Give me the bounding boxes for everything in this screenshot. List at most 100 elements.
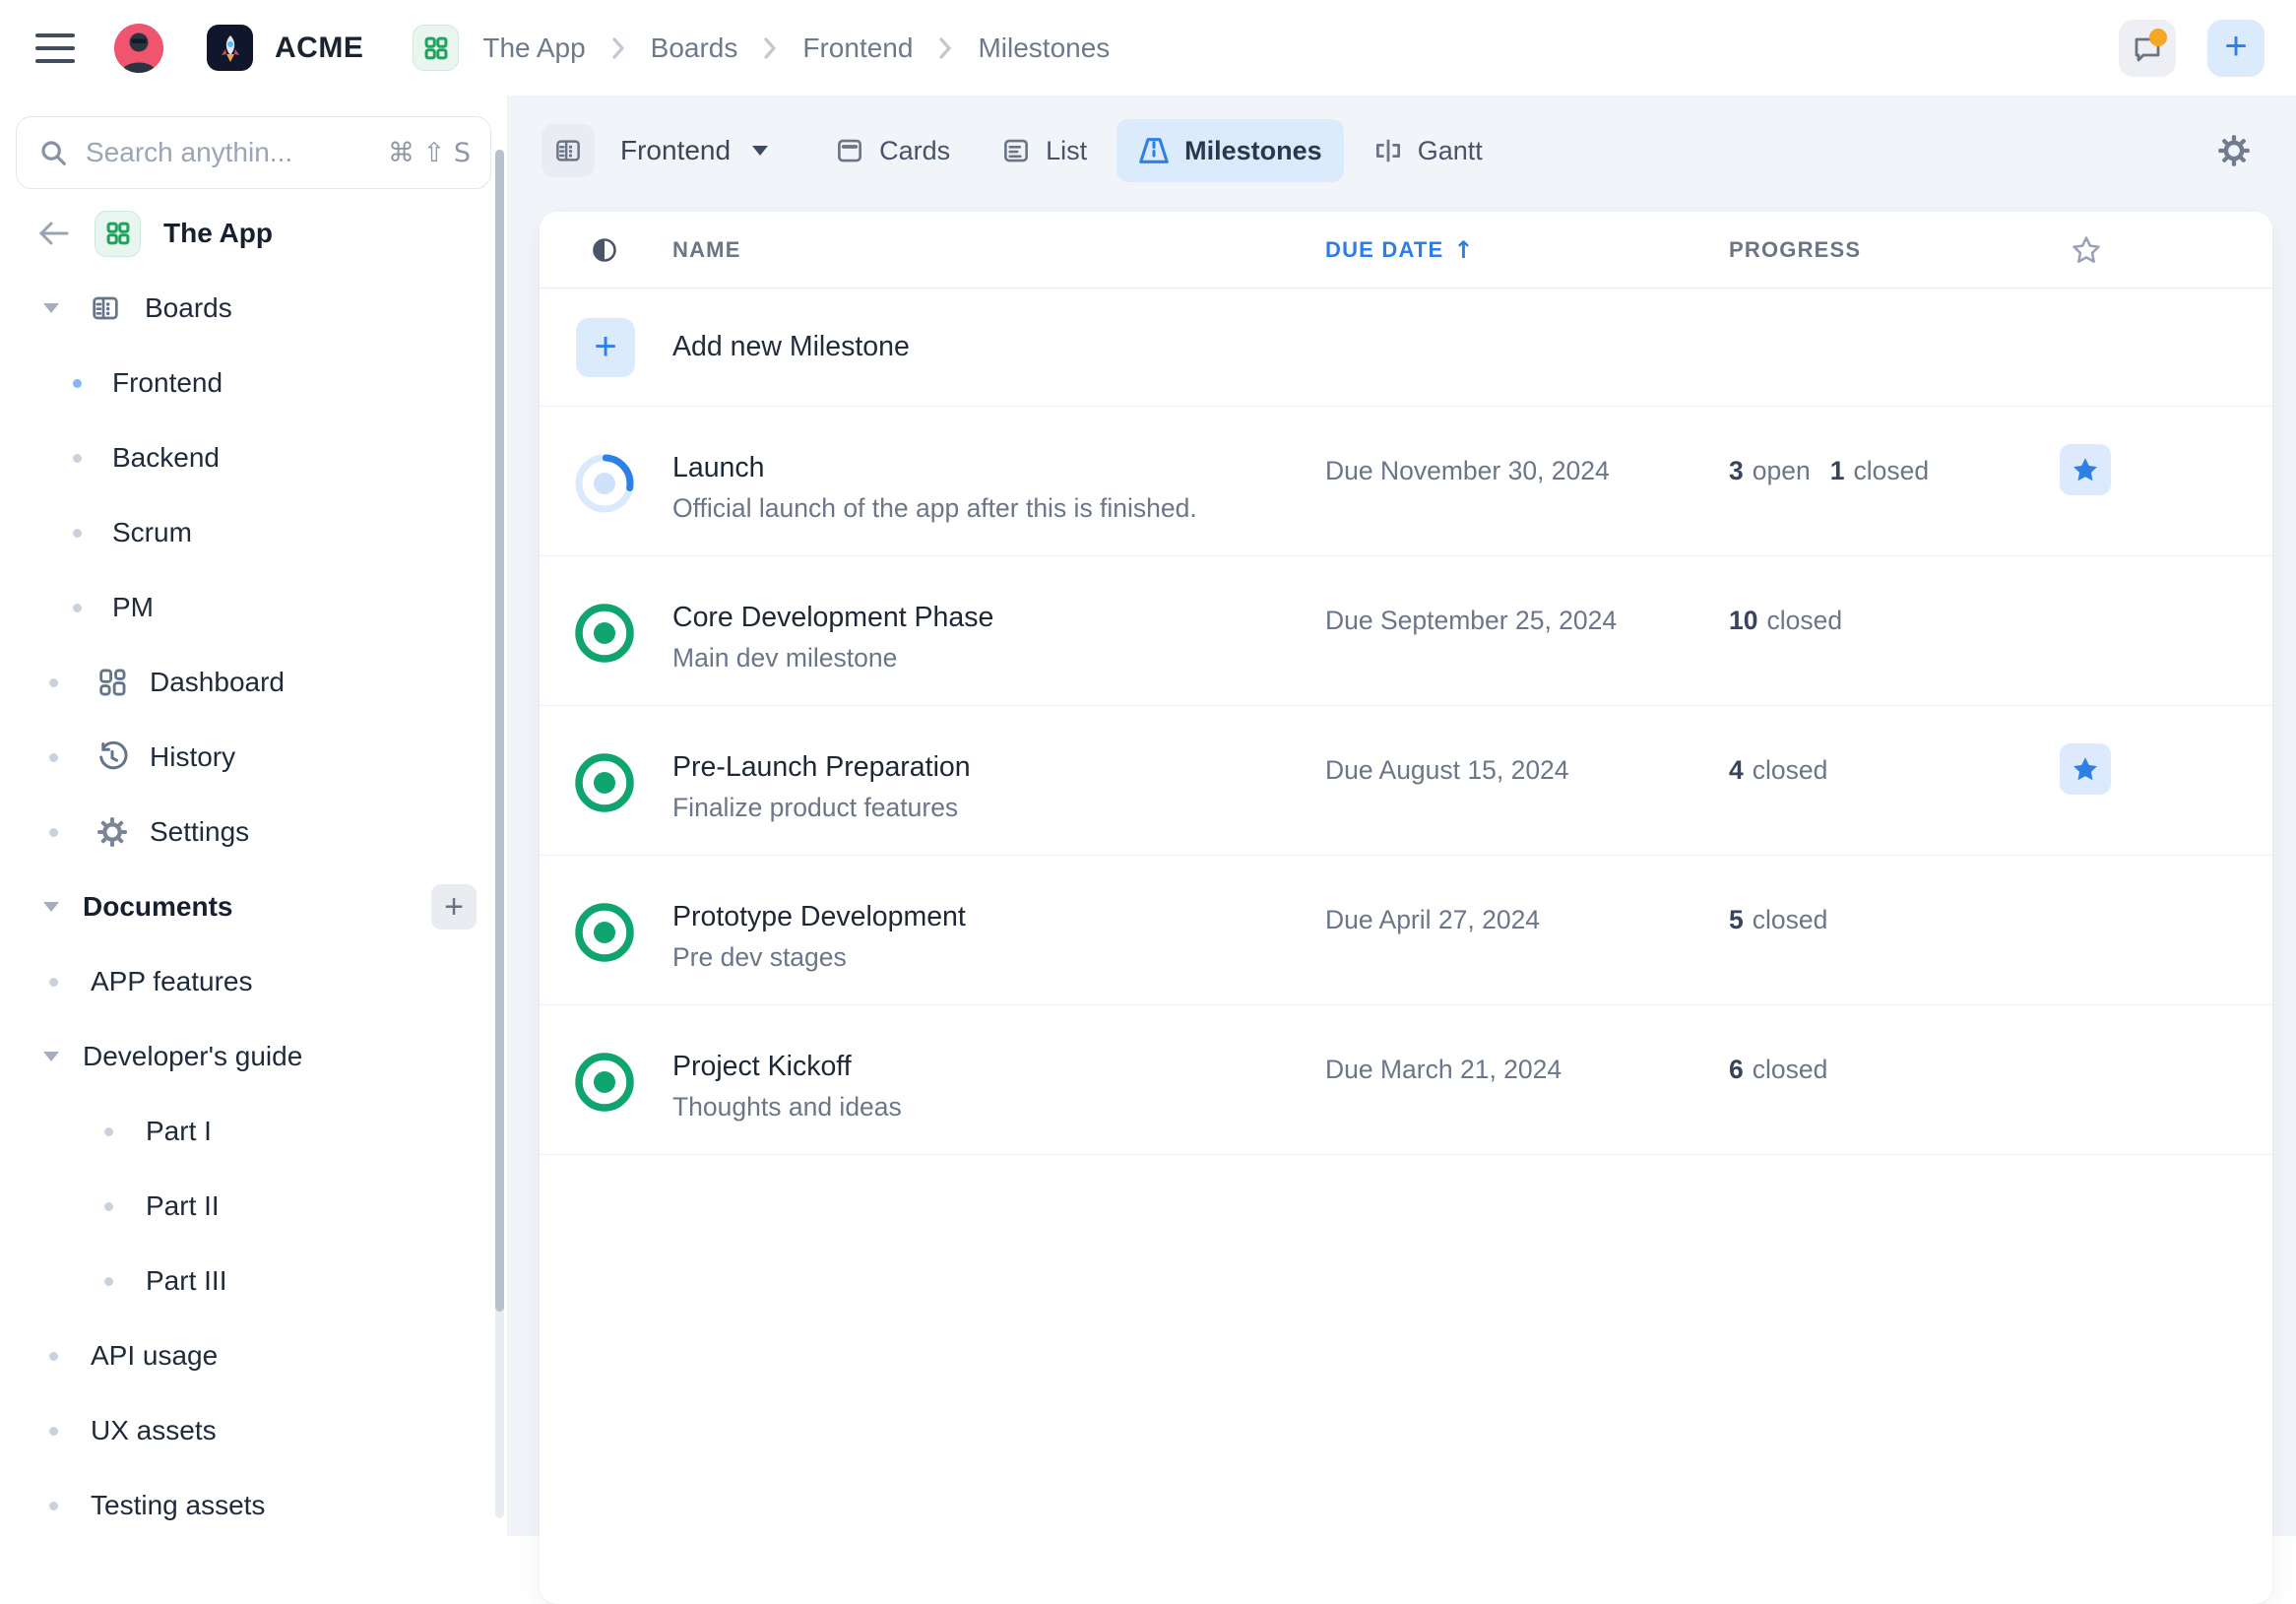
tab-list[interactable]: List	[980, 119, 1109, 182]
bullet-icon	[73, 529, 82, 538]
new-item-button[interactable]: +	[2207, 20, 2264, 77]
chevron-right-icon	[761, 35, 779, 61]
history-clock-icon	[96, 740, 129, 774]
company-name: ACME	[275, 32, 363, 65]
sidebar-item-label: Dashboard	[150, 667, 285, 698]
sidebar-item-label: History	[150, 741, 235, 773]
topbar: ACME The App Boards Frontend Milestones	[0, 0, 2296, 96]
add-document-button[interactable]: +	[431, 884, 477, 930]
search-icon	[38, 138, 68, 167]
bullet-icon	[49, 678, 58, 687]
milestone-due-date: Due March 21, 2024	[1325, 1005, 1729, 1154]
milestones-table-card: NAME DUE DATE ↑ PROGRESS + Add new Miles…	[540, 212, 2272, 1604]
tab-label: Gantt	[1418, 136, 1483, 166]
sidebar-item-part-1[interactable]: Part I	[0, 1094, 507, 1169]
sidebar-item-part-2[interactable]: Part II	[0, 1169, 507, 1244]
add-milestone-label: Add new Milestone	[636, 331, 1325, 363]
avatar[interactable]	[114, 24, 163, 73]
milestone-name: Launch	[672, 450, 1325, 485]
sidebar-item-scrum[interactable]: Scrum	[0, 495, 507, 570]
tab-gantt[interactable]: Gantt	[1352, 119, 1504, 182]
board-icon	[552, 136, 584, 165]
search-box[interactable]: ⌘ ⇧ S	[16, 116, 491, 189]
breadcrumb-item-current[interactable]: Milestones	[978, 32, 1110, 64]
milestone-name: Core Development Phase	[672, 600, 1325, 635]
contrast-icon[interactable]	[591, 236, 618, 264]
column-header-name[interactable]: NAME	[636, 237, 1325, 263]
app-icon[interactable]	[413, 25, 459, 71]
chevron-right-icon	[609, 35, 627, 61]
back-arrow-icon[interactable]	[37, 221, 69, 246]
bullet-icon	[104, 1127, 113, 1136]
sidebar-item-ux-assets[interactable]: UX assets	[0, 1393, 507, 1468]
sidebar-item-backend[interactable]: Backend	[0, 420, 507, 495]
app-icon	[95, 211, 141, 257]
hamburger-menu-icon[interactable]	[35, 33, 75, 63]
sidebar-item-label: Scrum	[112, 517, 192, 548]
breadcrumb-item[interactable]: Boards	[651, 32, 738, 64]
sidebar-item-dashboard[interactable]: Dashboard	[0, 645, 507, 720]
sidebar-item-label: Backend	[112, 442, 220, 474]
tab-cards[interactable]: Cards	[813, 119, 972, 182]
view-settings-button[interactable]	[2207, 124, 2261, 177]
milestone-name: Project Kickoff	[672, 1049, 1325, 1084]
column-header-progress[interactable]: PROGRESS	[1729, 237, 2054, 263]
sidebar-item-label: The App	[163, 218, 273, 249]
star-button[interactable]	[2060, 743, 2111, 795]
sidebar-item-app-features[interactable]: APP features	[0, 944, 507, 1019]
milestone-description: Official launch of the app after this is…	[672, 492, 1325, 524]
milestone-row[interactable]: Launch Official launch of the app after …	[540, 407, 2272, 556]
sidebar-item-api-usage[interactable]: API usage	[0, 1318, 507, 1393]
main-area: Frontend Cards List	[508, 96, 2296, 1536]
sidebar-item-history[interactable]: History	[0, 720, 507, 795]
board-selector-button[interactable]	[542, 124, 595, 177]
breadcrumb-item[interactable]: Frontend	[802, 32, 913, 64]
milestone-description: Pre dev stages	[672, 941, 1325, 973]
sidebar-item-developers-guide[interactable]: Developer's guide	[0, 1019, 507, 1094]
sidebar-item-part-3[interactable]: Part III	[0, 1244, 507, 1318]
sidebar-item-pm[interactable]: PM	[0, 570, 507, 645]
gear-icon	[2216, 133, 2252, 168]
milestone-row[interactable]: Core Development Phase Main dev mileston…	[540, 556, 2272, 706]
collapse-triangle-icon[interactable]	[43, 1052, 59, 1061]
star-filled-icon	[2071, 455, 2100, 484]
dashboard-icon	[96, 666, 129, 699]
workspace-logo[interactable]	[207, 25, 253, 71]
plus-icon[interactable]: +	[576, 318, 635, 377]
search-input[interactable]	[86, 137, 388, 168]
milestone-description: Finalize product features	[672, 792, 1325, 823]
milestone-progress: 6closed	[1729, 1005, 2054, 1154]
board-selector-label[interactable]: Frontend	[620, 135, 731, 166]
sidebar-item-label: APP features	[91, 966, 252, 997]
milestone-name: Prototype Development	[672, 899, 1325, 934]
star-outline-icon[interactable]	[2070, 233, 2103, 267]
milestone-row[interactable]: Pre-Launch Preparation Finalize product …	[540, 706, 2272, 856]
chat-button[interactable]	[2119, 20, 2176, 77]
sidebar-item-settings[interactable]: Settings	[0, 795, 507, 869]
collapse-triangle-icon[interactable]	[43, 902, 59, 912]
milestone-row[interactable]: Prototype Development Pre dev stages Due…	[540, 856, 2272, 1005]
sidebar-item-the-app[interactable]: The App	[0, 196, 507, 271]
sidebar-item-testing-assets[interactable]: Testing assets	[0, 1468, 507, 1543]
avatar-silhouette	[114, 24, 163, 73]
progress-ring-icon	[573, 452, 636, 515]
sidebar-item-label: Developer's guide	[83, 1041, 302, 1072]
tab-label: List	[1046, 136, 1087, 166]
milestone-done-icon	[573, 602, 636, 665]
sidebar-scrollbar-thumb[interactable]	[495, 150, 504, 1312]
column-header-due-date[interactable]: DUE DATE ↑	[1325, 236, 1729, 264]
milestone-due-date: Due September 25, 2024	[1325, 556, 1729, 705]
sidebar-item-boards[interactable]: Boards	[0, 271, 507, 346]
sidebar-item-label: UX assets	[91, 1415, 217, 1446]
chevron-down-icon[interactable]	[752, 146, 768, 156]
collapse-triangle-icon[interactable]	[43, 303, 59, 313]
notification-dot	[2149, 29, 2167, 46]
sidebar-section-documents[interactable]: Documents +	[0, 869, 507, 944]
tab-milestones[interactable]: Milestones	[1116, 119, 1344, 182]
milestone-row[interactable]: Project Kickoff Thoughts and ideas Due M…	[540, 1005, 2272, 1155]
star-button[interactable]	[2060, 444, 2111, 495]
add-milestone-row[interactable]: + Add new Milestone	[540, 289, 2272, 407]
sidebar-item-label: Settings	[150, 816, 249, 848]
breadcrumb-item[interactable]: The App	[482, 32, 585, 64]
sidebar-item-frontend[interactable]: Frontend	[0, 346, 507, 420]
